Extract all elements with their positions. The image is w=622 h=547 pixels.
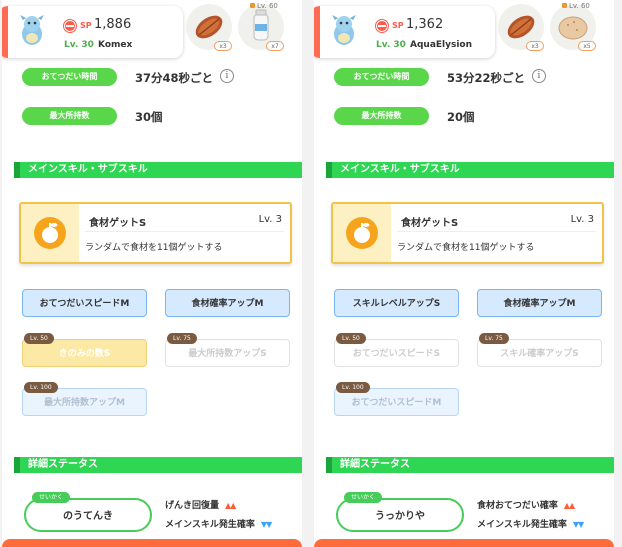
card-accent-band <box>314 6 320 58</box>
pokemon-level: Lv. 30 <box>376 40 406 50</box>
pokemon-avatar-icon <box>332 15 356 45</box>
ingredient-count-2: x7 <box>266 41 284 51</box>
nature-effect-down: メインスキル発生確率 ▼▼ <box>165 517 272 530</box>
nature-effect-label: 食材おてつだい確率 <box>477 501 558 511</box>
sp-value: 1,886 <box>94 17 132 32</box>
ingredient-count-1: x3 <box>214 41 232 51</box>
help-time-value: 53分22秒ごと <box>447 71 526 85</box>
sub-skill-label: 食材確率アップM <box>503 299 576 309</box>
sub-skill-1[interactable]: スキルレベルアップS <box>334 289 459 317</box>
sp-value: 1,362 <box>406 17 444 32</box>
ingredient-skill-icon <box>34 217 66 249</box>
max-carry-value: 30個 <box>135 110 163 124</box>
card-accent-band <box>2 6 8 58</box>
main-skill-divider <box>85 231 284 232</box>
detail-section-header: 詳細ステータス <box>14 457 302 473</box>
sub-skill-label: おてつだいスピードM <box>39 299 130 309</box>
main-skill-name: 食材ゲットS <box>89 218 147 229</box>
sub-skill-2[interactable]: 食材確率アップM <box>477 289 602 317</box>
sub-skill-unlock-level-5: Lv. 100 <box>24 382 58 393</box>
sub-skill-label: 最大所持数アップS <box>188 349 267 359</box>
help-time-label: おてつだい時間 <box>334 68 429 86</box>
sub-skill-unlock-level-4: Lv. 75 <box>167 333 197 344</box>
main-skill-description: ランダムで食材を11個ゲットする <box>85 243 223 253</box>
main-skill-description: ランダムで食材を11個ゲットする <box>397 243 535 253</box>
sub-skill-1[interactable]: おてつだいスピードM <box>22 289 147 317</box>
nature-effect-up: 食材おてつだい確率 ▲▲ <box>477 498 575 511</box>
max-carry-label: 最大所持数 <box>334 107 429 125</box>
main-skill-name: 食材ゲットS <box>401 218 459 229</box>
sub-skill-label: きのみの数S <box>58 349 111 359</box>
up-arrows-icon: ▲▲ <box>563 501 575 510</box>
nature-name: のうてんき <box>63 511 113 522</box>
pokemon-detail-panel-left: SP 1,886 Lv. 30 Komex x3 Lv. 60 x7 おてつだい… <box>2 0 302 547</box>
sub-skill-unlock-level-3: Lv. 50 <box>336 333 366 344</box>
sub-skill-label: おてつだいスピードS <box>352 349 441 359</box>
sub-skill-unlock-level-3: Lv. 50 <box>24 333 54 344</box>
pokemon-nickname: Komex <box>98 40 133 50</box>
sub-skill-label: スキル確率アップS <box>500 349 579 359</box>
down-arrows-icon: ▼▼ <box>572 520 584 529</box>
pokemon-summary-card[interactable]: SP 1,886 Lv. 30 Komex <box>2 6 183 58</box>
bottom-bar <box>314 539 614 547</box>
help-time-label: おてつだい時間 <box>22 68 117 86</box>
up-arrows-icon: ▲▲ <box>225 501 236 510</box>
pokemon-level: Lv. 30 <box>64 40 94 50</box>
sub-skill-label: おてつだいスピードM <box>351 398 442 408</box>
nature-tag: せいかく <box>32 492 71 503</box>
nature-effect-down: メインスキル発生確率 ▼▼ <box>477 517 584 530</box>
max-carry-label: 最大所持数 <box>22 107 117 125</box>
skill-section-header: メインスキル・サブスキル <box>14 162 302 178</box>
nature-effect-up: げんき回復量 ▲▲ <box>165 498 236 511</box>
sub-skill-label: スキルレベルアップS <box>352 299 441 309</box>
ingredient-count-2: x5 <box>578 41 596 51</box>
sp-label: SP <box>392 21 404 30</box>
pokemon-detail-panel-right: SP 1,362 Lv. 30 AquaElysion x3 Lv. 60 x5… <box>314 0 614 547</box>
sp-label: SP <box>80 21 92 30</box>
sp-icon <box>376 20 388 32</box>
pokemon-summary-card[interactable]: SP 1,362 Lv. 30 AquaElysion <box>314 6 495 58</box>
nature-effect-label: メインスキル発生確率 <box>165 520 255 530</box>
sub-skill-label: 食材確率アップM <box>191 299 264 309</box>
max-carry-value: 20個 <box>447 110 475 124</box>
ingredient-unlock-level: Lv. 60 <box>562 2 590 10</box>
sub-skill-2[interactable]: 食材確率アップM <box>165 289 290 317</box>
pokemon-avatar-icon <box>20 15 44 45</box>
detail-section-header: 詳細ステータス <box>326 457 614 473</box>
sub-skill-unlock-level-5: Lv. 100 <box>336 382 370 393</box>
sub-skill-unlock-level-4: Lv. 75 <box>479 333 509 344</box>
info-icon[interactable]: i <box>220 69 234 83</box>
bottom-bar <box>2 539 302 547</box>
main-skill-level: Lv. 3 <box>258 214 282 225</box>
main-skill-card[interactable]: 食材ゲットS Lv. 3 ランダムで食材を11個ゲットする <box>331 202 604 264</box>
nature-name: うっかりや <box>375 511 425 522</box>
nature-tag: せいかく <box>344 492 383 503</box>
pokemon-nickname: AquaElysion <box>410 40 473 50</box>
nature-effect-label: メインスキル発生確率 <box>477 520 567 530</box>
sub-skill-label: 最大所持数アップM <box>44 398 125 408</box>
ingredient-unlock-level: Lv. 60 <box>250 2 278 10</box>
sp-icon <box>64 20 76 32</box>
main-skill-divider <box>397 231 596 232</box>
help-time-value: 37分48秒ごと <box>135 71 214 85</box>
down-arrows-icon: ▼▼ <box>260 520 272 529</box>
info-icon[interactable]: i <box>532 69 546 83</box>
ingredient-count-1: x3 <box>526 41 544 51</box>
main-skill-level: Lv. 3 <box>570 214 594 225</box>
skill-section-header: メインスキル・サブスキル <box>326 162 614 178</box>
main-skill-card[interactable]: 食材ゲットS Lv. 3 ランダムで食材を11個ゲットする <box>19 202 292 264</box>
ingredient-skill-icon <box>346 217 378 249</box>
nature-effect-label: げんき回復量 <box>165 501 220 511</box>
